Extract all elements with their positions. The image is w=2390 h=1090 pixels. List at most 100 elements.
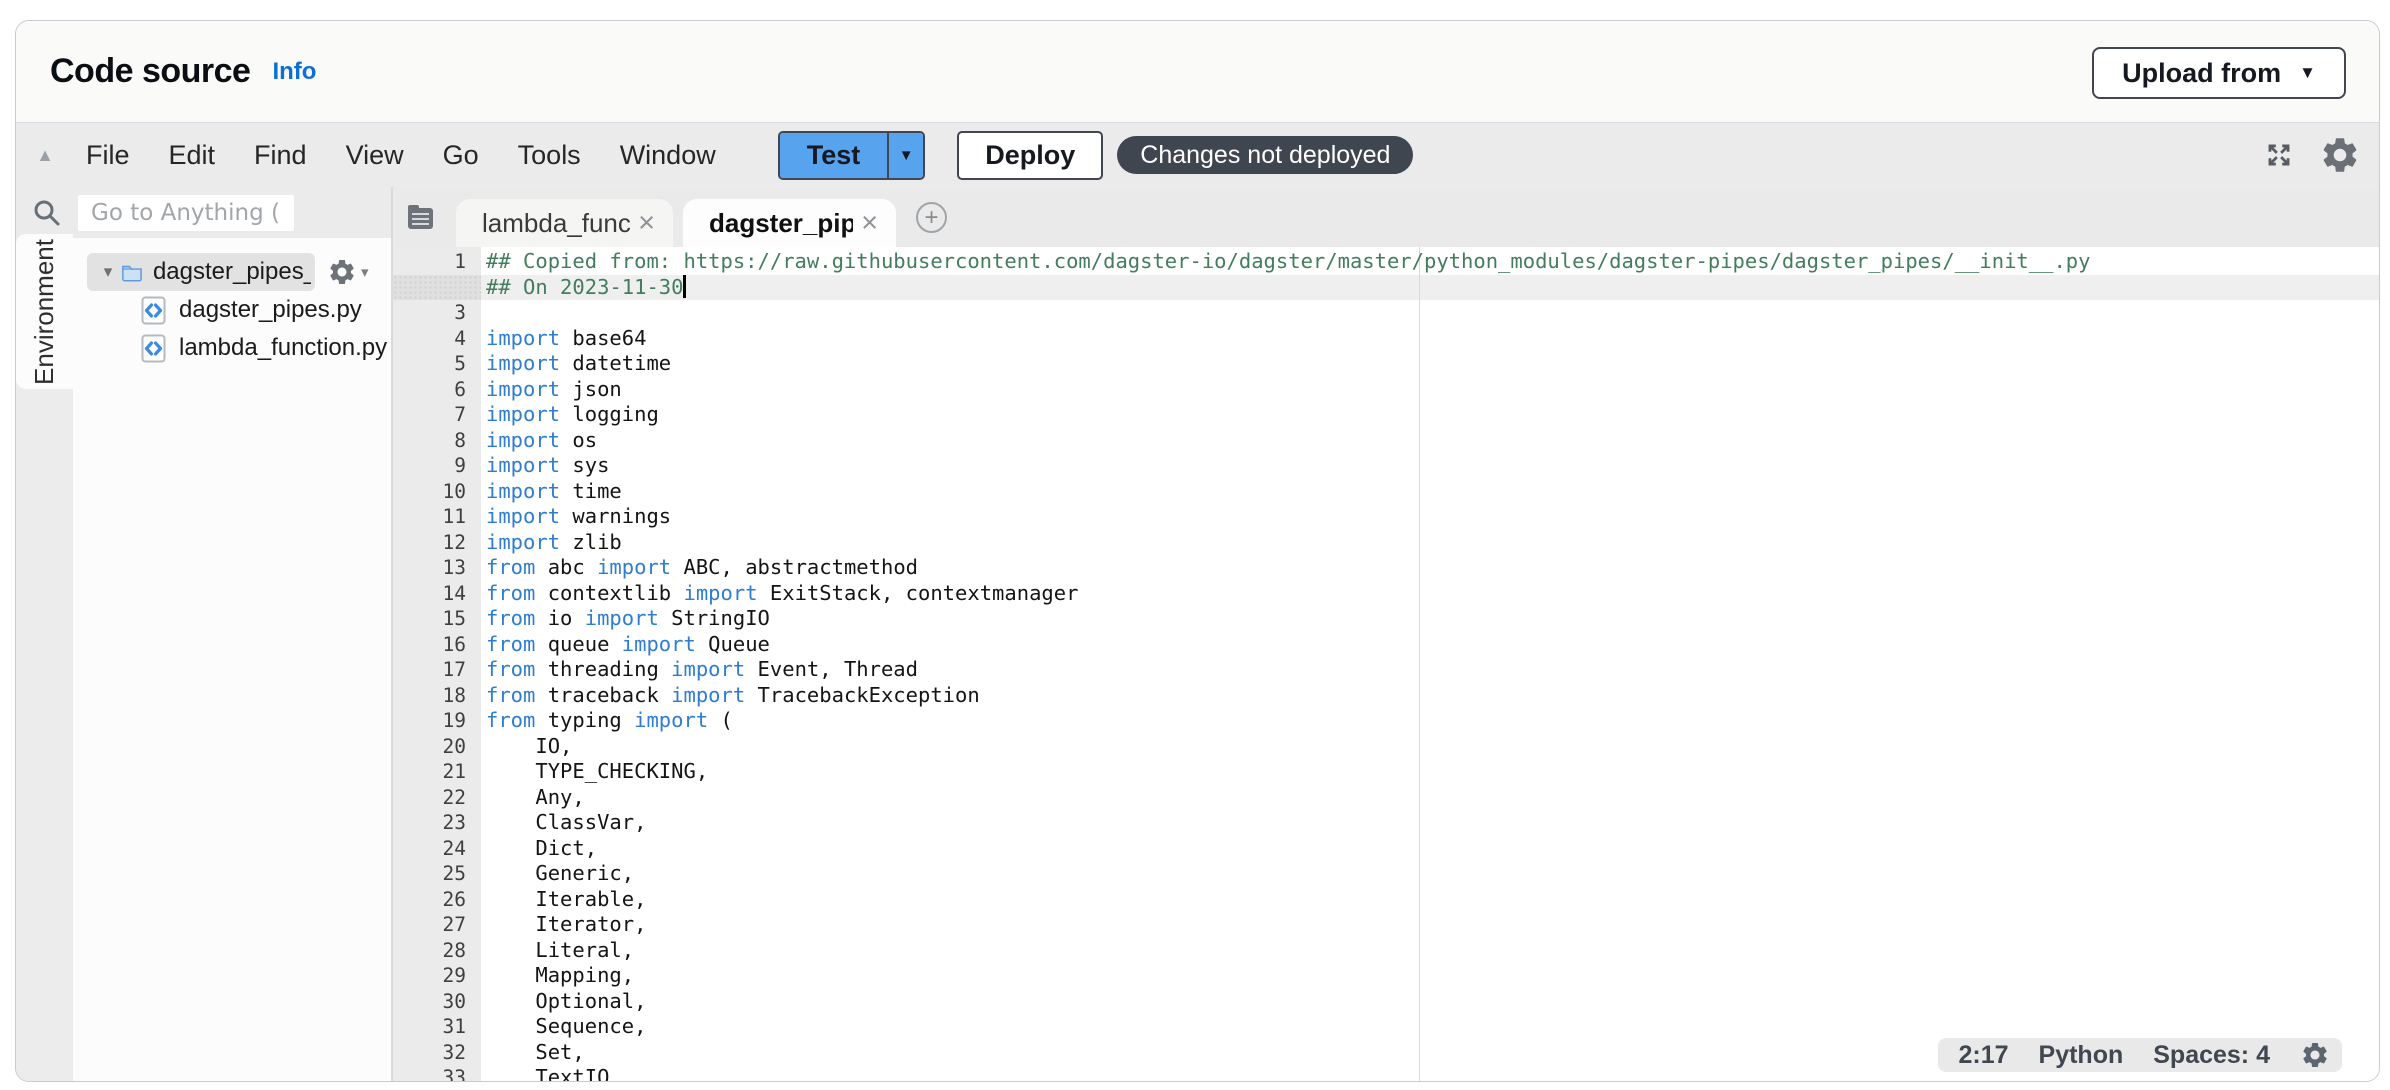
tree-file-lambda_function.py[interactable]: lambda_function.py: [73, 329, 391, 367]
test-split-button[interactable]: Test ▼: [778, 131, 926, 180]
line-number[interactable]: 23: [393, 810, 481, 836]
tree-folder-selected[interactable]: ▾ dagster_pipes_funct: [87, 253, 315, 291]
code-line-12[interactable]: import zlib: [486, 530, 2379, 556]
close-icon[interactable]: ×: [638, 209, 655, 238]
line-number[interactable]: 7: [393, 402, 481, 428]
code-line-4[interactable]: import base64: [486, 326, 2379, 352]
code-line-11[interactable]: import warnings: [486, 504, 2379, 530]
line-number[interactable]: 26: [393, 887, 481, 913]
line-number[interactable]: 20: [393, 734, 481, 760]
code-line-18[interactable]: from traceback import TracebackException: [486, 683, 2379, 709]
code-line-19[interactable]: from typing import (: [486, 708, 2379, 734]
code-line-30[interactable]: Optional,: [486, 989, 2379, 1015]
line-number[interactable]: 1: [393, 249, 481, 275]
line-number[interactable]: 9: [393, 453, 481, 479]
code-line-26[interactable]: Iterable,: [486, 887, 2379, 913]
line-number[interactable]: 31: [393, 1014, 481, 1040]
code-line-2[interactable]: ## On 2023-11-30: [486, 275, 2379, 301]
test-dropdown-caret[interactable]: ▼: [887, 133, 923, 178]
test-button[interactable]: Test: [780, 133, 888, 178]
collapse-panel-icon[interactable]: ▲: [16, 145, 74, 166]
menu-edit[interactable]: Edit: [169, 140, 216, 171]
code-line-25[interactable]: Generic,: [486, 861, 2379, 887]
code-line-5[interactable]: import datetime: [486, 351, 2379, 377]
menu-file[interactable]: File: [86, 140, 130, 171]
line-number[interactable]: 21: [393, 759, 481, 785]
language-mode[interactable]: Python: [2039, 1041, 2124, 1070]
code-line-21[interactable]: TYPE_CHECKING,: [486, 759, 2379, 785]
line-number[interactable]: 33: [393, 1065, 481, 1081]
tab-dagster_pipes.py[interactable]: dagster_pipes.py×: [683, 199, 896, 247]
line-number[interactable]: 14: [393, 581, 481, 607]
code-line-28[interactable]: Literal,: [486, 938, 2379, 964]
menu-view[interactable]: View: [346, 140, 404, 171]
tree-folder-row[interactable]: ▾ dagster_pipes_funct ▾: [73, 253, 391, 291]
goto-anything-input[interactable]: [78, 195, 294, 231]
line-number[interactable]: 30: [393, 989, 481, 1015]
fullscreen-icon[interactable]: [2263, 139, 2295, 171]
code-line-17[interactable]: from threading import Event, Thread: [486, 657, 2379, 683]
line-number[interactable]: 17: [393, 657, 481, 683]
line-number[interactable]: 15: [393, 606, 481, 632]
line-number[interactable]: 6: [393, 377, 481, 403]
code-line-27[interactable]: Iterator,: [486, 912, 2379, 938]
code-lines[interactable]: ## Copied from: https://raw.githubuserco…: [486, 249, 2379, 1081]
info-link[interactable]: Info: [272, 58, 316, 86]
line-number[interactable]: 22: [393, 785, 481, 811]
line-number[interactable]: 27: [393, 912, 481, 938]
line-number[interactable]: 25: [393, 861, 481, 887]
tab-list-icon[interactable]: [407, 204, 434, 230]
menu-go[interactable]: Go: [443, 140, 479, 171]
cursor-position[interactable]: 2:17: [1958, 1041, 2008, 1070]
code-line-15[interactable]: from io import StringIO: [486, 606, 2379, 632]
code-line-14[interactable]: from contextlib import ExitStack, contex…: [486, 581, 2379, 607]
line-number-gutter: 1234567891011121314151617181920212223242…: [393, 247, 481, 1081]
line-number[interactable]: 11: [393, 504, 481, 530]
line-number[interactable]: 5: [393, 351, 481, 377]
line-number[interactable]: 28: [393, 938, 481, 964]
code-line-13[interactable]: from abc import ABC, abstractmethod: [486, 555, 2379, 581]
tree-file-dagster_pipes.py[interactable]: dagster_pipes.py: [73, 291, 391, 329]
code-line-7[interactable]: import logging: [486, 402, 2379, 428]
tab-environment[interactable]: Environment: [16, 234, 73, 389]
code-line-6[interactable]: import json: [486, 377, 2379, 403]
line-number[interactable]: 10: [393, 479, 481, 505]
menu-window[interactable]: Window: [620, 140, 716, 171]
tab-lambda_function[interactable]: lambda_function.×: [456, 199, 673, 247]
line-number[interactable]: 3: [393, 300, 481, 326]
line-number[interactable]: 19: [393, 708, 481, 734]
code-line-22[interactable]: Any,: [486, 785, 2379, 811]
code-line-3[interactable]: [486, 300, 2379, 326]
line-number[interactable]: 8: [393, 428, 481, 454]
code-area[interactable]: 1234567891011121314151617181920212223242…: [393, 247, 2379, 1081]
code-line-1[interactable]: ## Copied from: https://raw.githubuserco…: [486, 249, 2379, 275]
close-icon[interactable]: ×: [861, 209, 878, 238]
deploy-button[interactable]: Deploy: [957, 131, 1103, 180]
menu-tools[interactable]: Tools: [518, 140, 581, 171]
settings-gear-icon[interactable]: [2319, 134, 2361, 176]
folder-expand-caret-icon[interactable]: ▾: [95, 262, 121, 282]
line-number[interactable]: 24: [393, 836, 481, 862]
new-tab-button[interactable]: +: [916, 202, 947, 233]
line-number[interactable]: 16: [393, 632, 481, 658]
line-number[interactable]: 18: [393, 683, 481, 709]
tree-settings-control[interactable]: ▾: [327, 257, 369, 287]
code-line-10[interactable]: import time: [486, 479, 2379, 505]
line-number[interactable]: 32: [393, 1040, 481, 1066]
code-line-9[interactable]: import sys: [486, 453, 2379, 479]
line-number[interactable]: 4: [393, 326, 481, 352]
menu-find[interactable]: Find: [254, 140, 307, 171]
upload-from-button[interactable]: Upload from ▼: [2092, 47, 2346, 99]
line-number[interactable]: 13: [393, 555, 481, 581]
line-number[interactable]: 12: [393, 530, 481, 556]
indentation-setting[interactable]: Spaces: 4: [2153, 1041, 2270, 1070]
code-line-16[interactable]: from queue import Queue: [486, 632, 2379, 658]
code-line-20[interactable]: IO,: [486, 734, 2379, 760]
code-line-31[interactable]: Sequence,: [486, 1014, 2379, 1040]
line-number[interactable]: 29: [393, 963, 481, 989]
status-gear-icon[interactable]: [2300, 1040, 2330, 1070]
code-line-29[interactable]: Mapping,: [486, 963, 2379, 989]
code-line-23[interactable]: ClassVar,: [486, 810, 2379, 836]
code-line-24[interactable]: Dict,: [486, 836, 2379, 862]
code-line-8[interactable]: import os: [486, 428, 2379, 454]
